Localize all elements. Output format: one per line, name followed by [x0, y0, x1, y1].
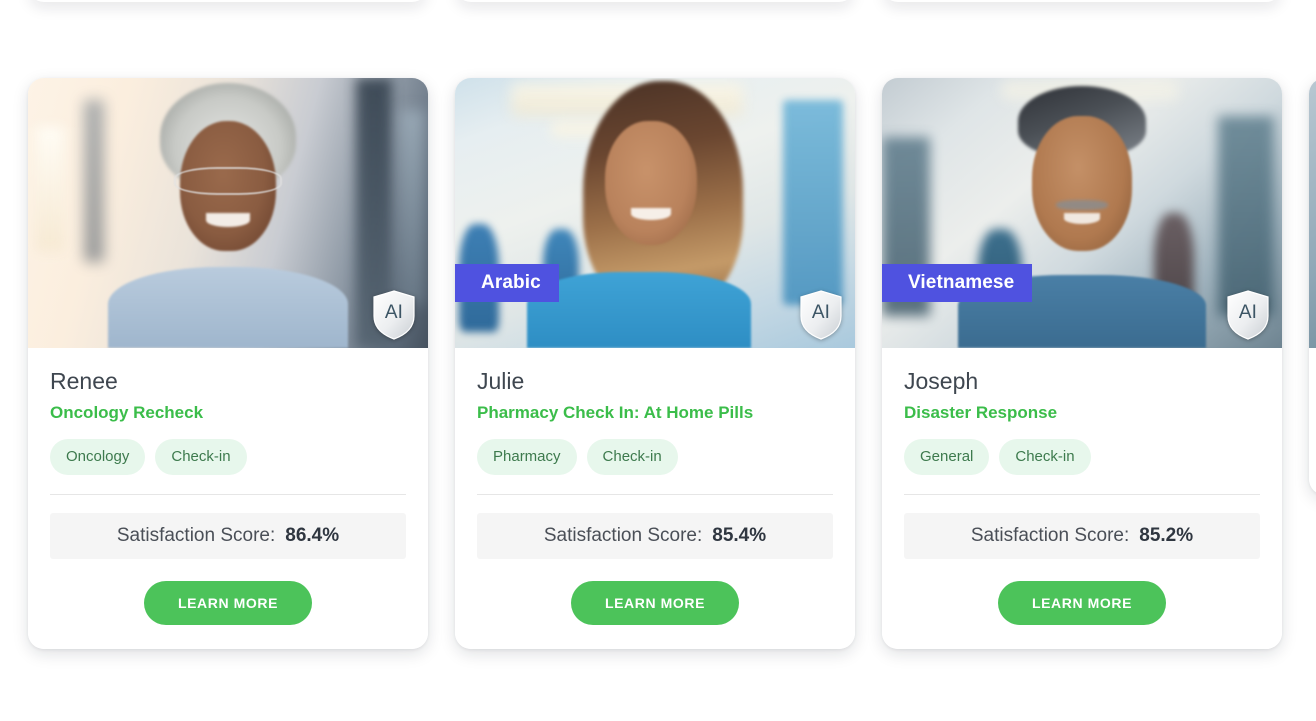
card-body: Renee Oncology Recheck Oncology Check-in…: [28, 348, 428, 649]
provider-name: Joseph: [904, 368, 979, 394]
tag-list: Oncology Check-in: [50, 438, 406, 475]
provider-photo: [1309, 78, 1316, 348]
ai-shield-icon: AI: [1226, 290, 1270, 340]
cta-row: LEARN MORE: [477, 580, 833, 625]
card-media: AI: [28, 78, 428, 348]
satisfaction-score-value: 85.2%: [1139, 524, 1194, 546]
card-media: Arabic AI: [455, 78, 855, 348]
cta-row: LEARN MORE: [50, 580, 406, 625]
provider-name: Julie: [477, 368, 525, 394]
provider-card[interactable]: AI Renee Oncology Recheck Oncology Check…: [28, 78, 428, 649]
card-divider: [477, 493, 833, 495]
satisfaction-score-value: 86.4%: [285, 524, 340, 546]
previous-card-edge: [882, 0, 1282, 2]
card-body: [1309, 348, 1316, 495]
ai-badge-label: AI: [384, 302, 404, 323]
provider-photo: [28, 78, 428, 348]
provider-card[interactable]: Arabic AI Julie Pharmacy Check In: At Ho…: [455, 78, 855, 649]
tag-chip[interactable]: Check-in: [155, 438, 247, 475]
satisfaction-score-label: Satisfaction Score:: [543, 524, 703, 546]
provider-card-grid: AI Renee Oncology Recheck Oncology Check…: [28, 78, 1316, 649]
ai-shield-icon: AI: [799, 290, 843, 340]
tag-chip[interactable]: General: [904, 438, 990, 475]
learn-more-button[interactable]: LEARN MORE: [143, 580, 313, 625]
card-body: Joseph Disaster Response General Check-i…: [882, 348, 1282, 649]
ai-badge-label: AI: [1238, 302, 1258, 323]
provider-photo: [455, 78, 855, 348]
tag-chip[interactable]: Pharmacy: [477, 438, 577, 475]
tag-chip[interactable]: Check-in: [999, 438, 1091, 475]
learn-more-button[interactable]: LEARN MORE: [570, 580, 740, 625]
tag-chip[interactable]: Check-in: [586, 438, 678, 475]
card-media: [1309, 78, 1316, 348]
tag-chip[interactable]: Oncology: [50, 438, 146, 475]
tag-list: General Check-in: [904, 438, 1260, 475]
card-grid-page: AI Renee Oncology Recheck Oncology Check…: [0, 0, 1316, 721]
satisfaction-score-bar: Satisfaction Score: 85.4%: [477, 512, 833, 559]
provider-photo: [882, 78, 1282, 348]
card-body: Julie Pharmacy Check In: At Home Pills P…: [455, 348, 855, 649]
satisfaction-score-label: Satisfaction Score:: [970, 524, 1130, 546]
card-divider: [50, 493, 406, 495]
cta-row: LEARN MORE: [904, 580, 1260, 625]
learn-more-button[interactable]: LEARN MORE: [997, 580, 1167, 625]
satisfaction-score-label: Satisfaction Score:: [116, 524, 276, 546]
provider-topic: Oncology Recheck: [50, 402, 204, 422]
provider-topic: Disaster Response: [904, 402, 1058, 422]
provider-card[interactable]: Vietnamese AI Joseph Disaster Response G…: [882, 78, 1282, 649]
satisfaction-score-bar: Satisfaction Score: 86.4%: [50, 512, 406, 559]
previous-row-card-edges: [0, 0, 1316, 2]
provider-name: Renee: [50, 368, 118, 394]
satisfaction-score-value: 85.4%: [712, 524, 767, 546]
ai-shield-icon: AI: [372, 290, 416, 340]
card-media: Vietnamese AI: [882, 78, 1282, 348]
card-divider: [904, 493, 1260, 495]
language-badge: Arabic: [455, 264, 559, 302]
provider-card[interactable]: [1309, 78, 1316, 495]
ai-badge-label: AI: [811, 302, 831, 323]
previous-card-edge: [455, 0, 855, 2]
satisfaction-score-bar: Satisfaction Score: 85.2%: [904, 512, 1260, 559]
tag-list: Pharmacy Check-in: [477, 438, 833, 475]
previous-card-edge: [28, 0, 428, 2]
language-badge: Vietnamese: [882, 264, 1033, 302]
provider-topic: Pharmacy Check In: At Home Pills: [477, 402, 754, 422]
